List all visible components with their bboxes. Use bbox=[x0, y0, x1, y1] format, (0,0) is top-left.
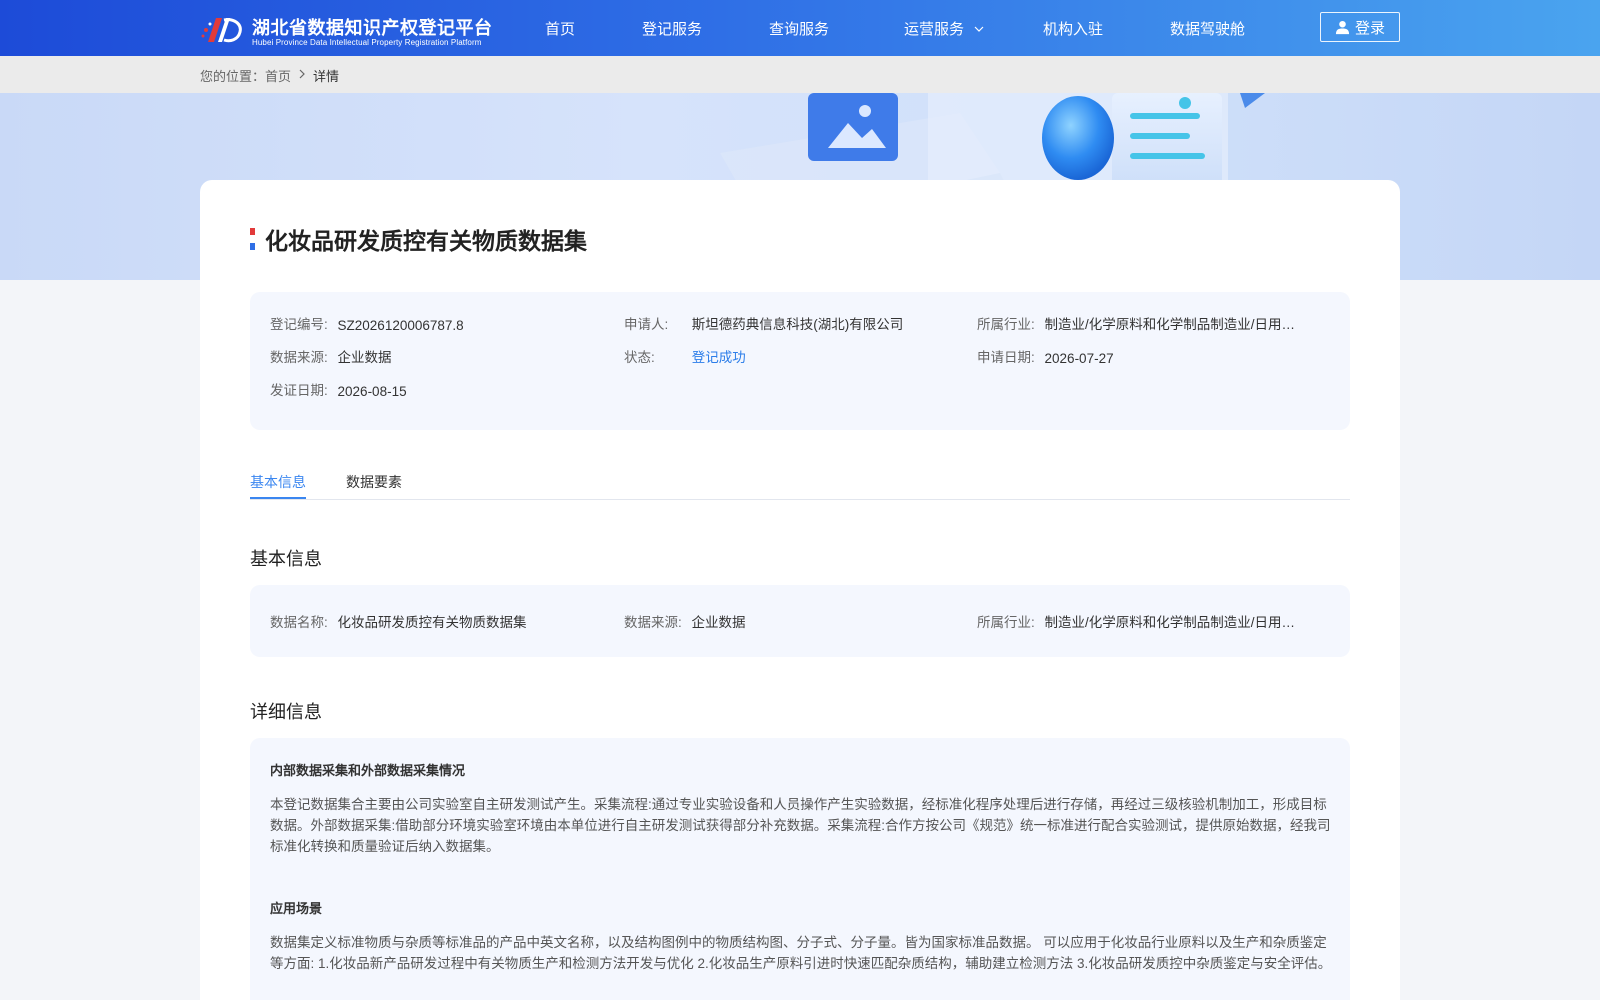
collect-title: 内部数据采集和外部数据采集情况 bbox=[270, 763, 466, 778]
breadcrumb-prefix: 您的位置： bbox=[200, 69, 266, 84]
tab-data-elements[interactable]: 数据要素 bbox=[346, 472, 402, 492]
status-label: 状态: bbox=[624, 350, 655, 365]
reg-no-label: 登记编号: bbox=[270, 317, 328, 332]
top-header: 湖北省数据知识产权登记平台 Hubei Province Data Intell… bbox=[0, 0, 1600, 56]
source-label: 数据来源: bbox=[270, 350, 328, 365]
summary-applicant: 申请人: 斯坦德药典信息科技(湖北)有限公司 bbox=[624, 313, 903, 333]
summary-status: 状态: 登记成功 bbox=[624, 346, 746, 366]
chevron-down-icon bbox=[974, 26, 984, 32]
tab-basic-info[interactable]: 基本信息 bbox=[250, 472, 306, 492]
cert-date-value: 2026-08-15 bbox=[337, 384, 407, 399]
collect-text: 本登记数据集合主要由公司实验室自主研发测试产生。采集流程:通过专业实验设备和人员… bbox=[270, 797, 1331, 854]
summary-panel: 登记编号: SZ2026120006787.8 申请人: 斯坦德药典信息科技(湖… bbox=[250, 292, 1350, 430]
basic-industry-label: 所属行业: bbox=[977, 615, 1035, 630]
applicant-value: 斯坦德药典信息科技(湖北)有限公司 bbox=[691, 317, 904, 332]
basic-industry: 所属行业: 制造业/化学原料和化学制品制造业/日用… bbox=[977, 611, 1295, 631]
status-badge: 登记成功 bbox=[691, 350, 746, 365]
login-button[interactable]: 登录 bbox=[1320, 12, 1400, 42]
summary-cert-date: 发证日期: 2026-08-15 bbox=[270, 379, 407, 399]
user-icon bbox=[1335, 20, 1350, 34]
nav-registration-service[interactable]: 登记服务 bbox=[642, 18, 702, 39]
basic-name: 数据名称: 化妆品研发质控有关物质数据集 bbox=[270, 611, 527, 631]
detail-info-heading: 详细信息 bbox=[250, 702, 322, 722]
platform-logo[interactable]: 湖北省数据知识产权登记平台 Hubei Province Data Intell… bbox=[200, 12, 500, 48]
applicant-label: 申请人: bbox=[624, 317, 669, 332]
active-tab-indicator bbox=[250, 497, 306, 499]
breadcrumb-current: 详情 bbox=[313, 69, 340, 84]
basic-source-value: 企业数据 bbox=[691, 615, 746, 630]
data-name-label: 数据名称: bbox=[270, 615, 328, 630]
basic-info-panel: 数据名称: 化妆品研发质控有关物质数据集 数据来源: 企业数据 所属行业: 制造… bbox=[250, 585, 1350, 657]
detail-tabs: 基本信息 数据要素 bbox=[250, 462, 1350, 500]
source-value: 企业数据 bbox=[337, 350, 392, 365]
breadcrumb: 您的位置：首页 详情 bbox=[200, 66, 339, 85]
page-title-row: 化妆品研发质控有关物质数据集 bbox=[250, 224, 587, 254]
summary-industry: 所属行业: 制造业/化学原料和化学制品制造业/日用… bbox=[977, 313, 1295, 333]
basic-source: 数据来源: 企业数据 bbox=[624, 611, 746, 631]
industry-label: 所属行业: bbox=[977, 317, 1035, 332]
scene-title: 应用场景 bbox=[270, 901, 323, 916]
data-name-value: 化妆品研发质控有关物质数据集 bbox=[337, 615, 527, 630]
nav-operation-service[interactable]: 运营服务 bbox=[904, 18, 984, 39]
detail-info-panel: 内部数据采集和外部数据采集情况 本登记数据集合主要由公司实验室自主研发测试产生。… bbox=[250, 738, 1350, 1000]
page-title: 化妆品研发质控有关物质数据集 bbox=[265, 228, 587, 254]
nav-data-cockpit[interactable]: 数据驾驶舱 bbox=[1170, 18, 1245, 39]
reg-no-value: SZ2026120006787.8 bbox=[337, 318, 464, 333]
cert-date-label: 发证日期: bbox=[270, 383, 328, 398]
nav-institution-join[interactable]: 机构入驻 bbox=[1043, 18, 1103, 39]
logo-title: 湖北省数据知识产权登记平台 bbox=[252, 18, 493, 38]
summary-source: 数据来源: 企业数据 bbox=[270, 346, 392, 366]
basic-industry-value: 制造业/化学原料和化学制品制造业/日用… bbox=[1044, 615, 1296, 630]
nav-home[interactable]: 首页 bbox=[545, 18, 575, 39]
basic-info-heading: 基本信息 bbox=[250, 549, 322, 569]
logo-subtitle: Hubei Province Data Intellectual Propert… bbox=[252, 38, 482, 47]
login-button-label: 登录 bbox=[1354, 19, 1385, 37]
nav-operation-service-label: 运营服务 bbox=[904, 21, 965, 38]
breadcrumb-home[interactable]: 首页 bbox=[265, 69, 291, 84]
detail-card: 化妆品研发质控有关物质数据集 登记编号: SZ2026120006787.8 申… bbox=[200, 180, 1400, 1000]
scene-text: 数据集定义标准物质与杂质等标准品的产品中英文名称，以及结构图例中的物质结构图、分… bbox=[270, 935, 1332, 971]
title-accent-icon bbox=[250, 228, 255, 250]
apply-date-value: 2026-07-27 bbox=[1044, 351, 1114, 366]
nav-query-service[interactable]: 查询服务 bbox=[769, 18, 829, 39]
breadcrumb-bar: 您的位置：首页 详情 bbox=[0, 56, 1600, 93]
industry-value: 制造业/化学原料和化学制品制造业/日用… bbox=[1044, 317, 1296, 332]
summary-apply-date: 申请日期: 2026-07-27 bbox=[977, 346, 1114, 366]
basic-source-label: 数据来源: bbox=[624, 615, 682, 630]
summary-reg-no: 登记编号: SZ2026120006787.8 bbox=[270, 313, 464, 333]
chevron-right-icon bbox=[299, 69, 305, 79]
logo-emblem-icon bbox=[201, 18, 242, 43]
apply-date-label: 申请日期: bbox=[977, 350, 1035, 365]
